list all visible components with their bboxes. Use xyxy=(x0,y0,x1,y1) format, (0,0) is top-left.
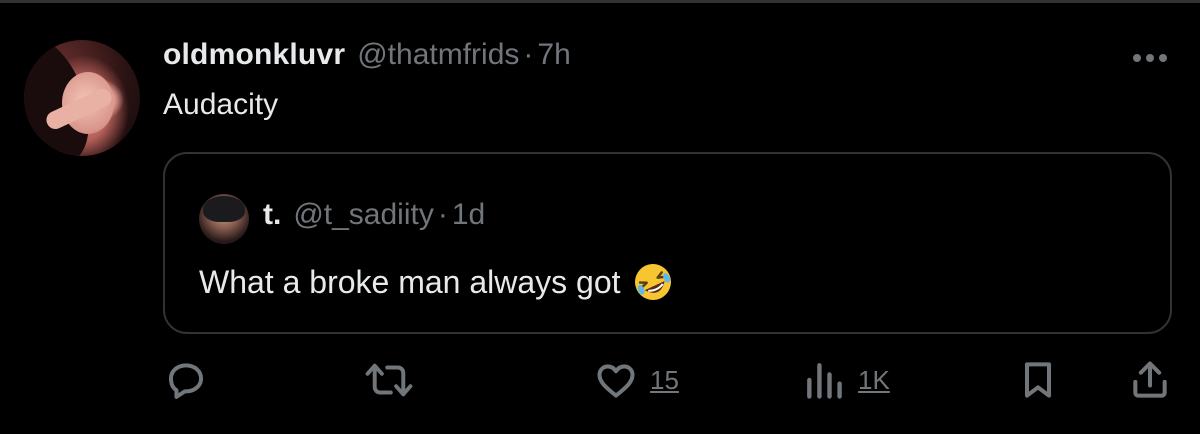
views-button[interactable]: 1K xyxy=(802,358,890,402)
user-avatar[interactable] xyxy=(24,40,140,156)
views-icon xyxy=(807,363,842,399)
more-options-button[interactable] xyxy=(1128,40,1172,76)
user-handle[interactable]: @thatmfrids xyxy=(357,38,519,72)
heart-icon xyxy=(597,364,635,398)
retweet-icon xyxy=(365,363,413,397)
tweet-actions-bar: 15 1K xyxy=(0,350,1200,410)
quoted-tweet-text-row: What a broke man always got xyxy=(199,262,673,302)
quoted-timestamp[interactable]: 1d xyxy=(452,198,485,232)
quoted-avatar-hair xyxy=(203,196,245,222)
like-button[interactable]: 15 xyxy=(594,358,679,402)
reply-button[interactable] xyxy=(164,358,208,402)
display-name[interactable]: oldmonkluvr xyxy=(163,38,345,72)
reply-icon xyxy=(168,363,204,399)
quoted-tweet-text: What a broke man always got xyxy=(199,263,621,300)
tweet-text: Audacity xyxy=(163,88,279,121)
separator-dot: · xyxy=(523,38,534,71)
tweet-header: oldmonkluvr @thatmfrids · 7h xyxy=(163,38,571,78)
tweet-timestamp[interactable]: 7h xyxy=(537,38,570,72)
views-count[interactable]: 1K xyxy=(858,365,890,396)
retweet-button[interactable] xyxy=(364,358,414,402)
like-count[interactable]: 15 xyxy=(650,365,679,396)
share-icon xyxy=(1133,361,1167,398)
quoted-user-handle[interactable]: @t_sadiity xyxy=(293,198,434,232)
quoted-tweet-header: t. @t_sadiity · 1d xyxy=(263,198,485,232)
quoted-separator-dot: · xyxy=(437,198,448,231)
more-dots-icon xyxy=(1133,54,1167,62)
quoted-tweet[interactable]: t. @t_sadiity · 1d What a broke man alwa… xyxy=(163,152,1172,334)
top-divider xyxy=(0,0,1200,3)
quoted-display-name[interactable]: t. xyxy=(263,198,281,232)
bookmark-button[interactable] xyxy=(1016,358,1060,402)
bookmark-icon xyxy=(1024,362,1052,398)
share-button[interactable] xyxy=(1128,358,1172,402)
rolling-on-floor-laughing-emoji xyxy=(634,264,671,300)
quoted-user-avatar[interactable] xyxy=(199,194,249,244)
